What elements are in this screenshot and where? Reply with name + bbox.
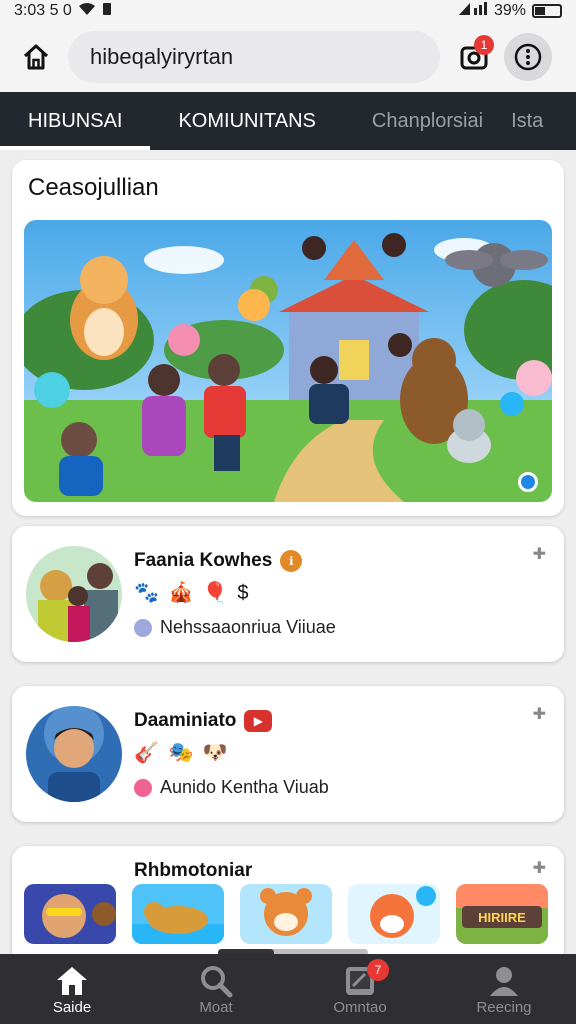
- card-title: Faania Kowhes ℹ: [134, 550, 336, 572]
- tab-komiunitans[interactable]: KOMIUNITANS: [150, 92, 343, 150]
- nav-label: Omntao: [333, 998, 387, 1016]
- status-bar: 3:03 5 0 39%: [0, 0, 576, 22]
- card-title: Daaminiato ▶: [134, 710, 329, 732]
- strip-title: Rhbmotoniar: [134, 860, 253, 881]
- card-subtitle: Nehssaaonriua Viiuae: [134, 617, 336, 638]
- thumbnail[interactable]: [132, 884, 224, 944]
- thumbnail[interactable]: [348, 884, 440, 944]
- tab-label: HIBUNSAI: [28, 109, 123, 132]
- profile-icon: [486, 963, 522, 999]
- tab-hibunsai[interactable]: HIBUNSAI: [0, 92, 151, 150]
- nav-profile[interactable]: Reecing: [449, 963, 559, 1016]
- card-tags: 🐾 🎪 🎈 $: [134, 582, 251, 604]
- search-input-text: hibeqalyiryrtan: [90, 44, 234, 69]
- home-button[interactable]: [14, 35, 58, 79]
- thumbnail-text: HIRIIRE: [478, 910, 526, 925]
- featured-card: Ceasojullian: [12, 160, 564, 516]
- search-icon: [198, 963, 234, 999]
- info-badge-icon: ℹ: [280, 550, 303, 572]
- feed: Ceasojullian Faania Kowhes ℹ 🐾 🎪 🎈 $ Neh…: [12, 160, 564, 964]
- carousel-indicator[interactable]: [518, 472, 538, 492]
- nav-badge: 7: [367, 958, 389, 981]
- avatar: [26, 706, 122, 802]
- list-item[interactable]: Daaminiato ▶ 🎸 🎭 🐶 Aunido Kentha Viuab ✚: [12, 686, 564, 822]
- list-item[interactable]: Faania Kowhes ℹ 🐾 🎪 🎈 $ Nehssaaonriua Vi…: [12, 526, 564, 662]
- nav-label: Saide: [52, 998, 92, 1016]
- camera-notifications-button[interactable]: 1: [452, 35, 496, 79]
- thumbnail[interactable]: HIRIIRE: [456, 884, 548, 944]
- battery-saver-icon: [102, 2, 112, 21]
- tab-bar: HIBUNSAI KOMIUNITANS Chanplorsiai Ista: [0, 92, 576, 150]
- status-time: 3:03 5 0: [14, 2, 72, 19]
- section-title: Ceasojullian: [28, 174, 159, 201]
- card-tags: 🎸 🎭 🐶: [134, 742, 230, 764]
- home-icon: [54, 963, 90, 999]
- app-bar: hibeqalyiryrtan 1: [0, 22, 576, 92]
- more-vertical-icon: [514, 43, 542, 71]
- tab-label: Chanplorsiai: [371, 109, 484, 132]
- more-horizontal-icon[interactable]: ✚: [533, 858, 546, 878]
- battery-icon: [532, 4, 562, 18]
- thumbnail-row: HIRIIRE: [24, 884, 552, 944]
- tab-label: KOMIUNITANS: [178, 109, 316, 132]
- more-options-button[interactable]: [504, 33, 552, 81]
- bottom-navigation: Saide Moat Omntao 7 Reecing: [0, 954, 576, 1024]
- nav-label: Moat: [199, 998, 233, 1016]
- nav-home[interactable]: Saide: [17, 963, 127, 1016]
- more-horizontal-icon[interactable]: ✚: [533, 544, 546, 564]
- card-name: Faania Kowhes: [134, 550, 273, 571]
- tab-ista[interactable]: Ista: [511, 92, 571, 150]
- tab-label: Ista: [511, 109, 544, 132]
- more-horizontal-icon[interactable]: ✚: [533, 704, 546, 724]
- video-badge-icon: ▶: [244, 710, 273, 732]
- card-subtitle: Aunido Kentha Viuab: [134, 777, 329, 798]
- thumbnail[interactable]: [24, 884, 116, 944]
- home-outline-icon: [23, 44, 49, 70]
- card-name: Daaminiato: [134, 710, 237, 731]
- thumbnail-strip: Rhbmotoniar ✚ HIRIIRE: [12, 846, 564, 964]
- nav-search[interactable]: Moat: [161, 963, 271, 1016]
- channel-dot-icon: [134, 618, 152, 637]
- nav-label: Reecing: [476, 998, 532, 1016]
- nav-tablet[interactable]: Omntao 7: [305, 958, 415, 1016]
- notification-badge: 1: [474, 35, 494, 55]
- featured-image[interactable]: [24, 220, 552, 502]
- card-subtitle-text: Nehssaaonriua Viiuae: [160, 617, 336, 637]
- thumbnail[interactable]: [240, 884, 332, 944]
- avatar: [26, 546, 122, 642]
- battery-level: 39%: [493, 2, 526, 19]
- card-subtitle-text: Aunido Kentha Viuab: [160, 777, 329, 797]
- wifi-icon: [78, 2, 96, 21]
- signal-icon: [458, 1, 488, 21]
- tab-chanplorsiai[interactable]: Chanplorsiai: [344, 92, 511, 150]
- search-input[interactable]: hibeqalyiryrtan: [68, 31, 440, 83]
- channel-dot-icon: [134, 778, 152, 797]
